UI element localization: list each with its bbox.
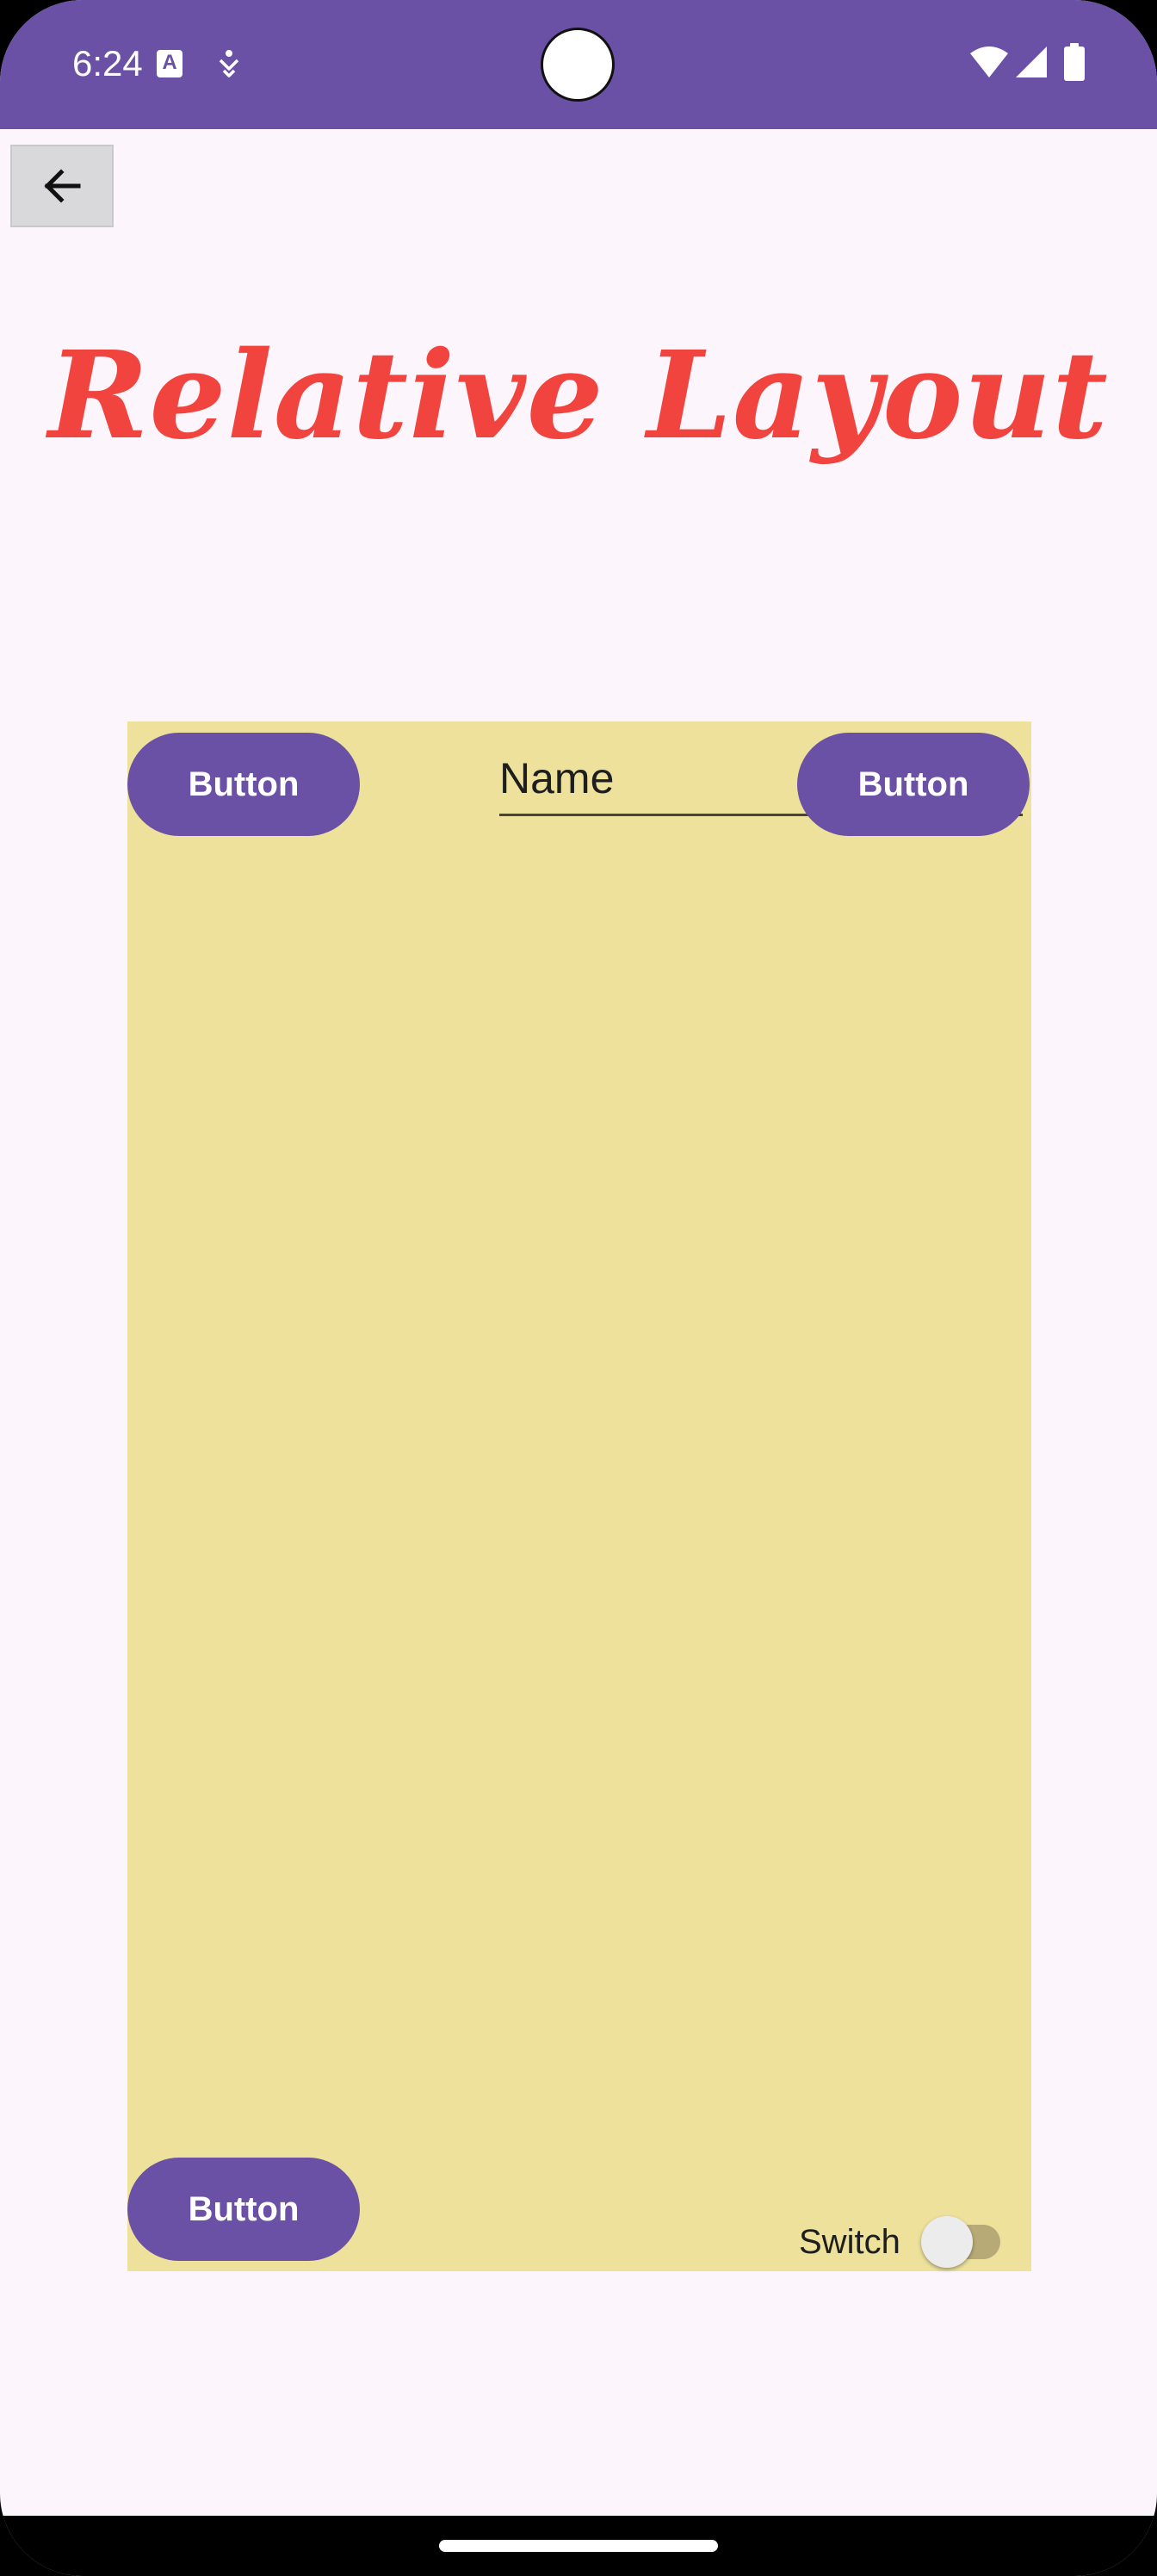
- status-bar: 6:24 A: [0, 0, 1157, 129]
- switch-label: Switch: [799, 2223, 900, 2261]
- accessibility-icon: [215, 48, 243, 79]
- camera-cutout: [541, 28, 615, 102]
- wifi-icon: [969, 45, 1009, 79]
- top-right-button[interactable]: Button: [797, 733, 1030, 836]
- switch-thumb[interactable]: [921, 2216, 973, 2268]
- bottom-left-button[interactable]: Button: [127, 2158, 360, 2261]
- page-title: Relative Layout: [48, 325, 1109, 467]
- app-screen: 6:24 A Relative Layout Button Name Butto…: [0, 0, 1157, 2576]
- top-left-button[interactable]: Button: [127, 733, 360, 836]
- navigation-bar: [0, 2516, 1157, 2576]
- home-indicator[interactable]: [439, 2540, 718, 2552]
- a-notification-icon: A: [157, 50, 183, 77]
- switch-control[interactable]: Switch: [799, 2214, 1023, 2273]
- arrow-left-icon: [44, 169, 81, 203]
- status-time: 6:24: [72, 43, 143, 84]
- relative-layout-container: Button Name Button Button Switch: [127, 721, 1031, 2271]
- back-button[interactable]: [10, 145, 114, 227]
- signal-icon: [1014, 45, 1049, 79]
- switch-toggle[interactable]: [921, 2216, 1000, 2268]
- battery-icon: [1064, 43, 1085, 81]
